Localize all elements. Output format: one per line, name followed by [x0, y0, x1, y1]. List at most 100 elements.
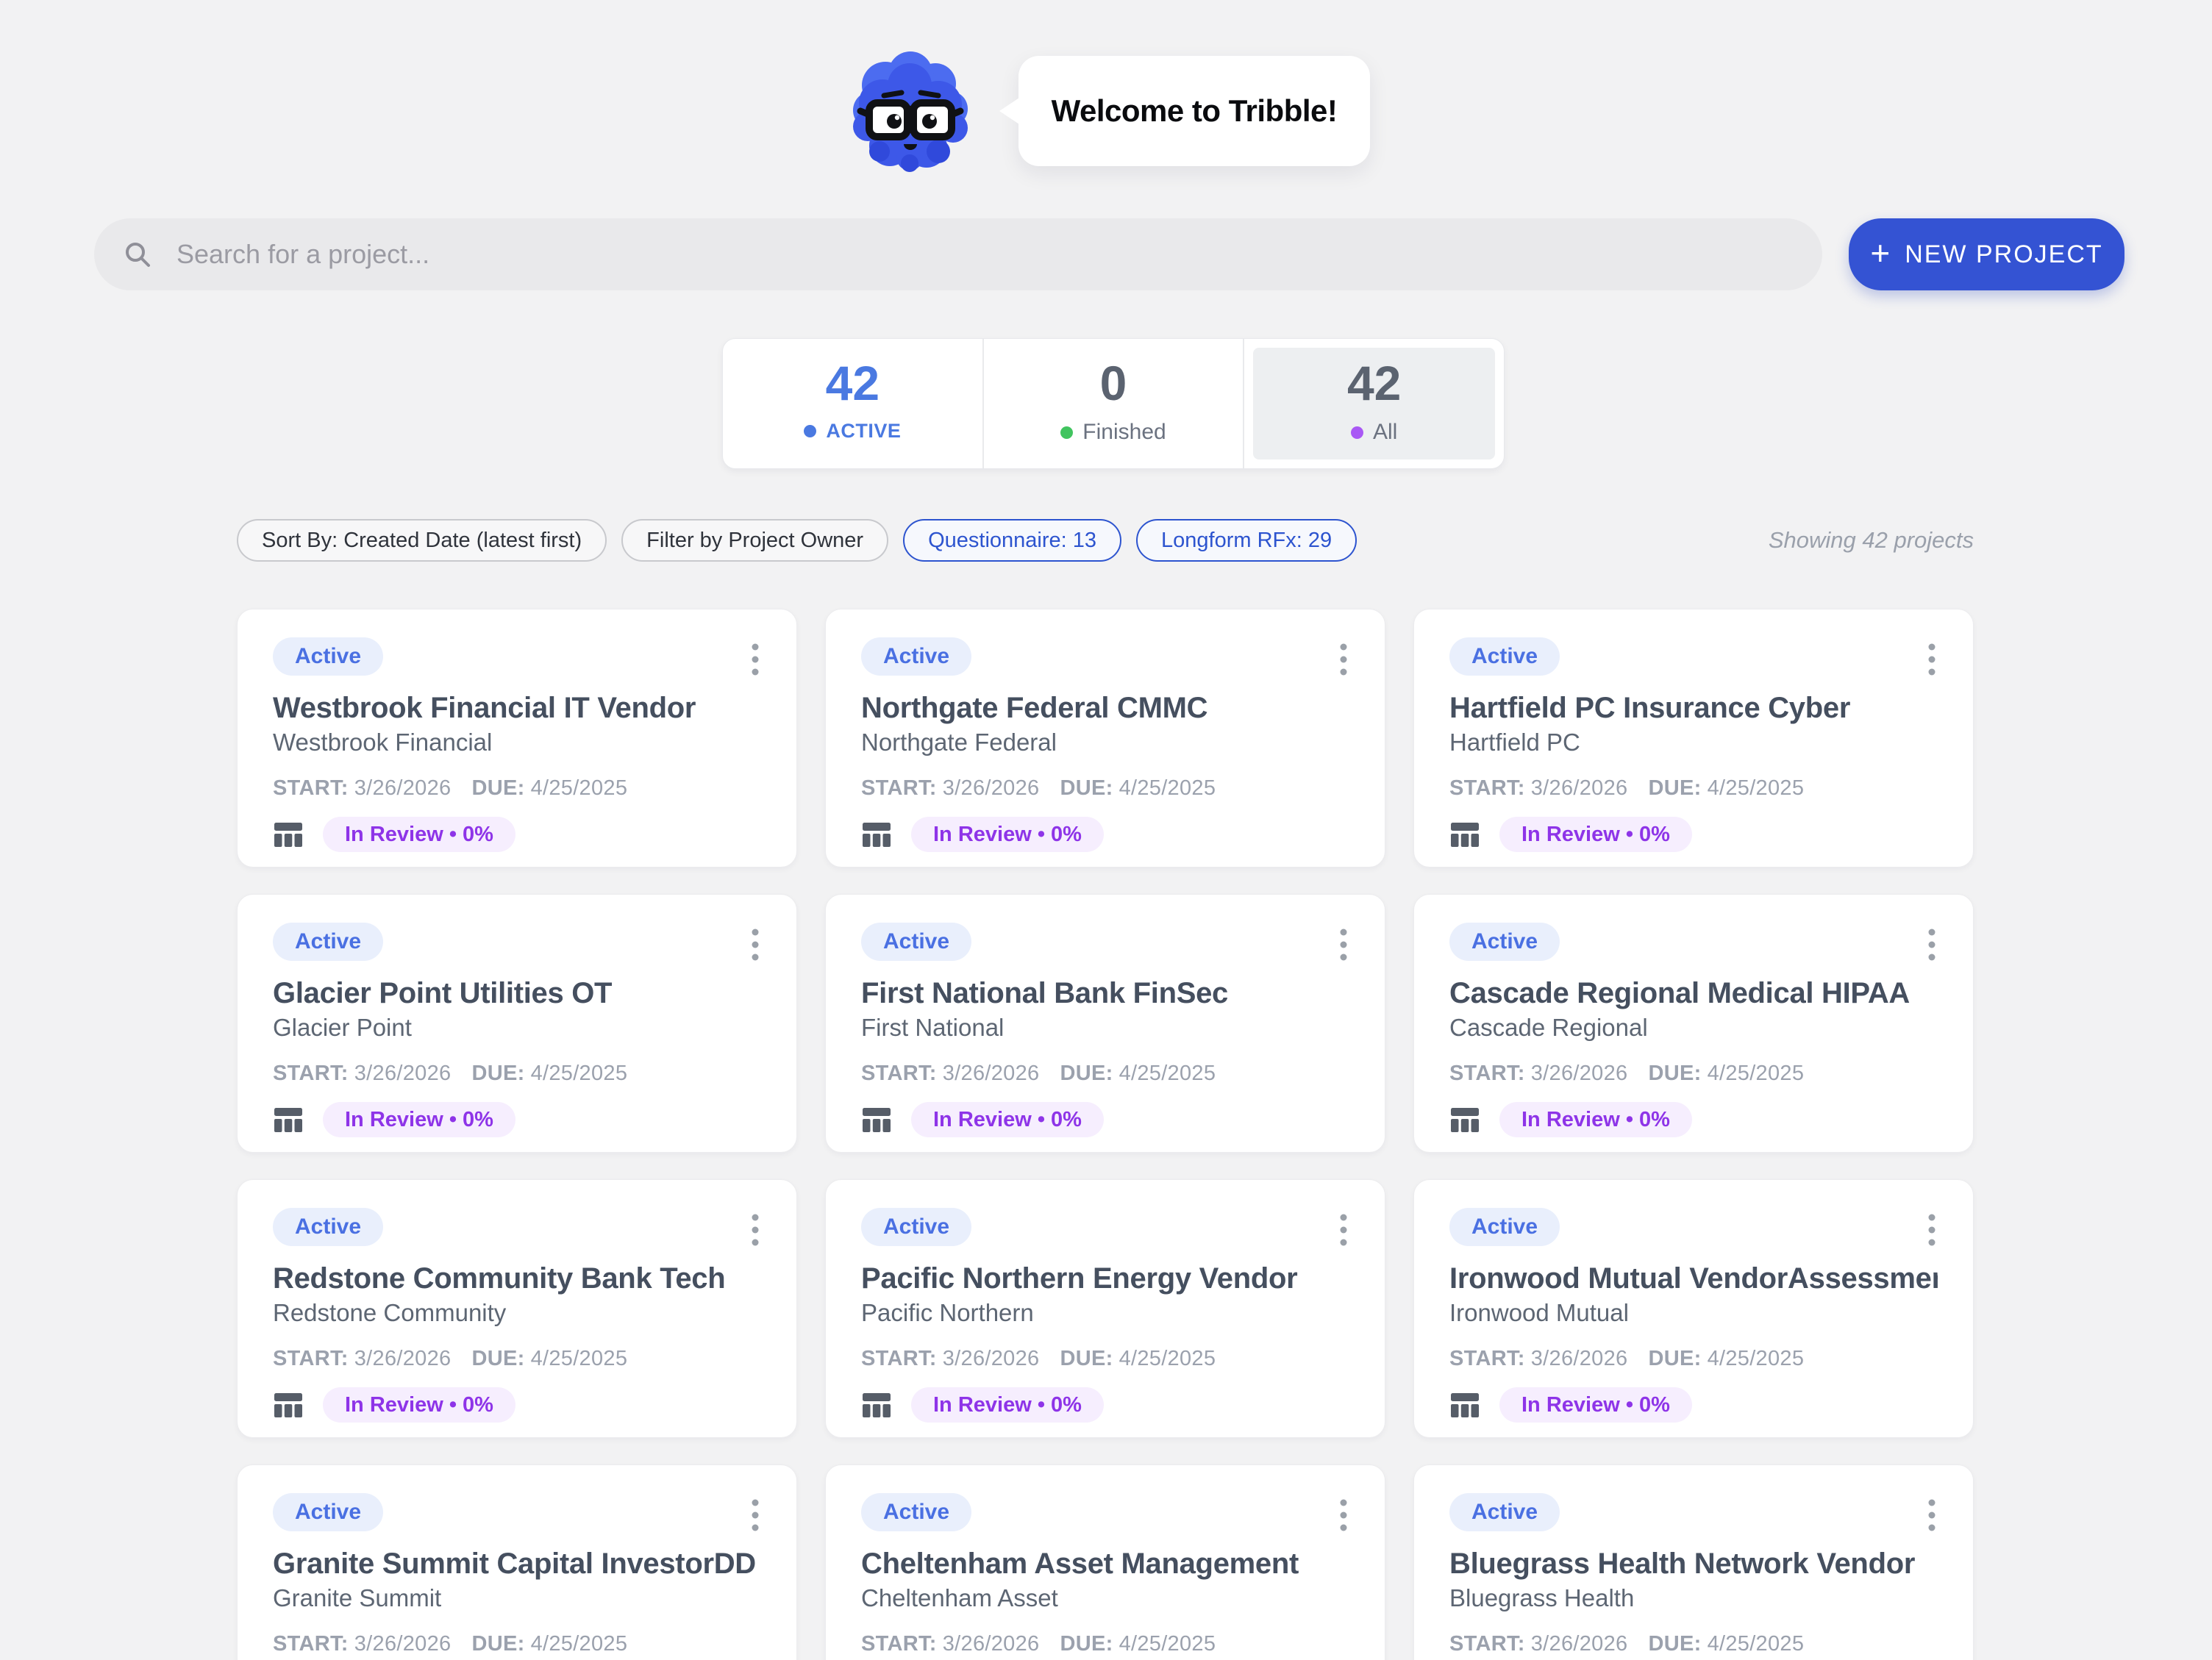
- tribble-mascot-icon: [847, 47, 972, 173]
- stats-tab-active[interactable]: 42 ACTIVE: [723, 339, 982, 468]
- welcome-bubble: Welcome to Tribble!: [1018, 56, 1370, 166]
- kebab-menu-icon[interactable]: [1339, 1208, 1349, 1253]
- kebab-menu-icon[interactable]: [1339, 1493, 1349, 1538]
- search-input[interactable]: [94, 218, 1822, 290]
- project-client: Glacier Point: [273, 1014, 761, 1042]
- project-grid: Active Westbrook Financial IT Vendor Wes…: [237, 609, 1974, 1660]
- sort-by-pill[interactable]: Sort By: Created Date (latest first): [237, 519, 607, 562]
- kebab-menu-icon[interactable]: [1927, 1208, 1938, 1253]
- project-dates: START:3/26/2026DUE:4/25/2025: [861, 777, 1349, 799]
- plus-icon: +: [1870, 236, 1890, 270]
- project-card[interactable]: Active Ironwood Mutual VendorAssessment …: [1413, 1179, 1974, 1438]
- card-header: Active: [1449, 923, 1938, 961]
- table-icon: [1449, 819, 1480, 850]
- filter-owner-pill[interactable]: Filter by Project Owner: [621, 519, 888, 562]
- kebab-menu-icon[interactable]: [1927, 1493, 1938, 1538]
- project-card[interactable]: Active Cheltenham Asset Management Chelt…: [825, 1464, 1385, 1660]
- project-title: Ironwood Mutual VendorAssessment: [1449, 1262, 1938, 1295]
- finished-caption: Finished: [1060, 420, 1166, 445]
- project-client: Ironwood Mutual: [1449, 1299, 1938, 1327]
- search-bar[interactable]: [94, 218, 1822, 290]
- project-title: Redstone Community Bank Tech: [273, 1262, 761, 1295]
- start-label: START:: [273, 776, 349, 800]
- project-title: Pacific Northern Energy Vendor: [861, 1262, 1349, 1295]
- kebab-menu-icon[interactable]: [751, 1493, 761, 1538]
- showing-count-text: Showing 42 projects: [1769, 527, 1974, 554]
- card-footer: In Review • 0%: [861, 1102, 1349, 1137]
- start-date: 3/26/2026: [1531, 1347, 1628, 1370]
- project-title: First National Bank FinSec: [861, 977, 1349, 1009]
- project-client: Hartfield PC: [1449, 729, 1938, 756]
- project-dates: START:3/26/2026DUE:4/25/2025: [1449, 1633, 1938, 1655]
- project-card[interactable]: Active Granite Summit Capital InvestorDD…: [237, 1464, 797, 1660]
- start-label: START:: [861, 1632, 937, 1656]
- project-dates: START:3/26/2026DUE:4/25/2025: [273, 777, 761, 799]
- stats-tab-finished[interactable]: 0 Finished: [982, 339, 1244, 468]
- project-dates: START:3/26/2026DUE:4/25/2025: [1449, 777, 1938, 799]
- kebab-menu-icon[interactable]: [1927, 637, 1938, 682]
- due-label: DUE:: [1060, 1062, 1113, 1085]
- kebab-menu-icon[interactable]: [751, 637, 761, 682]
- kebab-menu-icon[interactable]: [751, 923, 761, 967]
- kebab-menu-icon[interactable]: [1927, 923, 1938, 967]
- table-icon: [1449, 1104, 1480, 1135]
- new-project-button[interactable]: + NEW PROJECT: [1849, 218, 2124, 290]
- project-client: Granite Summit: [273, 1584, 761, 1612]
- project-card[interactable]: Active First National Bank FinSec First …: [825, 894, 1385, 1153]
- project-card[interactable]: Active Pacific Northern Energy Vendor Pa…: [825, 1179, 1385, 1438]
- due-date: 4/25/2025: [1708, 1347, 1805, 1370]
- project-dates: START: 3/26/2026 DUE: 4/25/2025: [1449, 1062, 1938, 1084]
- start-label: START:: [1449, 1632, 1525, 1656]
- card-footer: In Review • 0%: [273, 817, 761, 852]
- start-date: 3/26/2026: [1531, 1062, 1628, 1085]
- project-card[interactable]: Active Northgate Federal CMMC Northgate …: [825, 609, 1385, 867]
- all-caption: All: [1351, 420, 1397, 445]
- kebab-menu-icon[interactable]: [751, 1208, 761, 1253]
- due-date: 4/25/2025: [1708, 1062, 1805, 1085]
- due-date: 4/25/2025: [1119, 1632, 1216, 1656]
- questionnaire-pill[interactable]: Questionnaire: 13: [903, 519, 1121, 562]
- start-label: START:: [861, 776, 937, 800]
- status-badge: Active: [861, 1493, 971, 1531]
- due-date: 4/25/2025: [531, 776, 628, 800]
- active-caption: ACTIVE: [804, 420, 901, 443]
- search-row: + NEW PROJECT: [94, 218, 2124, 290]
- card-footer: In Review • 0%: [1449, 1387, 1938, 1423]
- project-title: Cascade Regional Medical HIPAA: [1449, 977, 1938, 1009]
- kebab-menu-icon[interactable]: [1339, 637, 1349, 682]
- project-card[interactable]: Active Bluegrass Health Network Vendor B…: [1413, 1464, 1974, 1660]
- longform-rfx-pill[interactable]: Longform RFx: 29: [1136, 519, 1357, 562]
- due-label: DUE:: [1648, 1347, 1701, 1370]
- all-count: 42: [1347, 357, 1401, 409]
- start-label: START:: [1449, 1062, 1525, 1085]
- filter-row: Sort By: Created Date (latest first) Fil…: [237, 519, 1974, 562]
- status-badge: Active: [1449, 1208, 1560, 1246]
- due-label: DUE:: [1648, 1062, 1701, 1085]
- table-icon: [861, 1104, 892, 1135]
- project-card[interactable]: Active Cascade Regional Medical HIPAA Ca…: [1413, 894, 1974, 1153]
- project-card[interactable]: Active Glacier Point Utilities OT Glacie…: [237, 894, 797, 1153]
- card-header: Active: [861, 1208, 1349, 1246]
- status-badge: Active: [273, 637, 383, 676]
- active-label: ACTIVE: [826, 420, 901, 443]
- review-badge: In Review • 0%: [1499, 817, 1692, 852]
- new-project-label: NEW PROJECT: [1905, 240, 2102, 269]
- due-date: 4/25/2025: [531, 1347, 628, 1370]
- finished-dot-icon: [1060, 426, 1073, 439]
- stats-tab-all[interactable]: 42 All: [1243, 339, 1504, 468]
- project-card[interactable]: Active Westbrook Financial IT Vendor Wes…: [237, 609, 797, 867]
- kebab-menu-icon[interactable]: [1339, 923, 1349, 967]
- project-client: Pacific Northern: [861, 1299, 1349, 1327]
- status-badge: Active: [861, 637, 971, 676]
- status-badge: Active: [1449, 637, 1560, 676]
- project-dates: START:3/26/2026DUE:4/25/2025: [861, 1348, 1349, 1370]
- start-date: 3/26/2026: [943, 1632, 1040, 1656]
- due-label: DUE:: [471, 776, 524, 800]
- project-card[interactable]: Active Hartfield PC Insurance Cyber Hart…: [1413, 609, 1974, 867]
- review-badge: In Review • 0%: [1499, 1102, 1692, 1137]
- status-badge: Active: [273, 1493, 383, 1531]
- project-card[interactable]: Active Redstone Community Bank Tech Reds…: [237, 1179, 797, 1438]
- start-date: 3/26/2026: [943, 1062, 1040, 1085]
- start-label: START:: [1449, 776, 1525, 800]
- status-badge: Active: [273, 1208, 383, 1246]
